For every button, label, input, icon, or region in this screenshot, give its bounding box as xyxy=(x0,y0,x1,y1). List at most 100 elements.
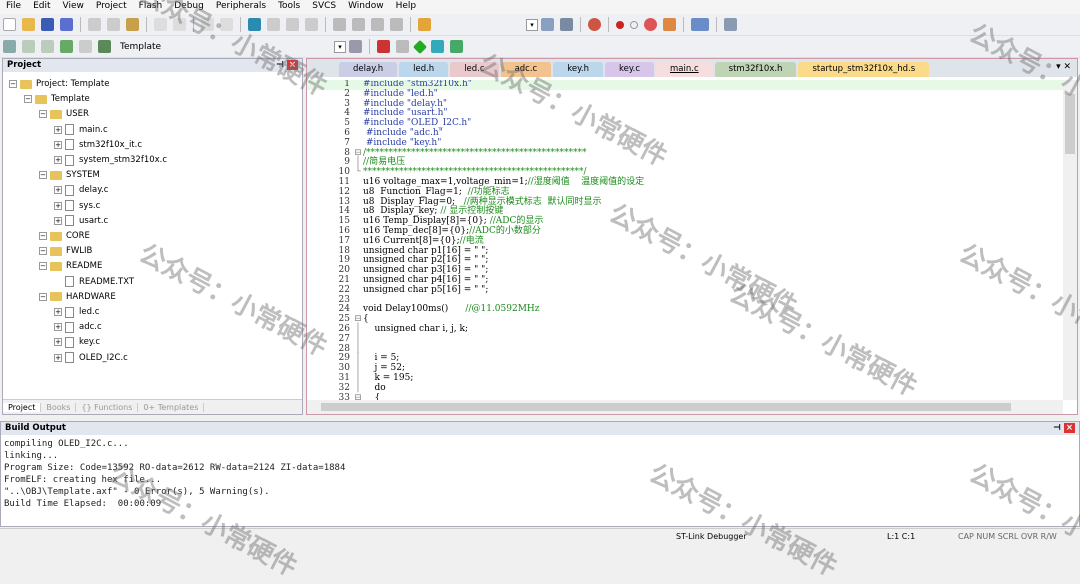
batch-build-icon[interactable] xyxy=(60,40,73,53)
expand-icon[interactable]: + xyxy=(54,201,62,210)
tab-project[interactable]: Project xyxy=(3,402,42,412)
fold-marker[interactable] xyxy=(353,247,363,257)
fold-marker[interactable] xyxy=(353,207,363,217)
window-layout-icon[interactable] xyxy=(691,18,709,31)
fold-marker[interactable] xyxy=(353,266,363,276)
undo-icon[interactable] xyxy=(154,18,167,31)
editor-tab[interactable]: led.h xyxy=(399,62,449,77)
editor-tab[interactable]: delay.h xyxy=(339,62,398,77)
menu-edit[interactable]: Edit xyxy=(27,0,56,14)
tree-item[interactable]: + system_stm32f10x.c xyxy=(54,153,167,167)
collapse-icon[interactable]: − xyxy=(39,110,47,119)
menu-help[interactable]: Help xyxy=(390,0,423,14)
tree-item[interactable]: − Project: Template xyxy=(9,77,109,91)
menu-view[interactable]: View xyxy=(57,0,90,14)
code-area[interactable]: 1 #include "stm32f10x.h" 2 #include "led.h"… xyxy=(307,80,1063,400)
find-in-files-icon[interactable] xyxy=(418,18,431,31)
forward-icon[interactable] xyxy=(220,18,233,31)
rebuild-icon[interactable] xyxy=(41,40,54,53)
fold-marker[interactable] xyxy=(353,119,363,129)
collapse-icon[interactable]: − xyxy=(39,262,47,271)
tree-item[interactable]: + delay.c xyxy=(54,183,108,197)
tab-templates[interactable]: 0+ Templates xyxy=(138,402,205,412)
fold-marker[interactable] xyxy=(353,100,363,110)
editor-tab[interactable]: stm32f10x.h xyxy=(714,62,797,77)
expand-icon[interactable]: + xyxy=(54,125,62,134)
disable-breakpoint-icon[interactable] xyxy=(630,20,638,29)
collapse-icon[interactable]: − xyxy=(9,80,17,88)
disable-all-breakpoints-icon[interactable] xyxy=(663,18,676,31)
next-bookmark-icon[interactable] xyxy=(286,18,299,31)
editor-tab[interactable]: key.h xyxy=(553,62,603,77)
fold-marker[interactable] xyxy=(353,227,363,237)
clear-bookmarks-icon[interactable] xyxy=(305,18,318,31)
back-icon[interactable] xyxy=(201,18,214,31)
tab-menu-close-icon[interactable]: ▾ ✕ xyxy=(1056,62,1071,72)
fold-marker[interactable]: └ xyxy=(353,167,363,178)
menu-svcs[interactable]: SVCS xyxy=(306,0,342,14)
open-icon[interactable] xyxy=(22,18,35,31)
find-icon[interactable] xyxy=(541,18,554,31)
new-file-icon[interactable] xyxy=(3,18,16,31)
tree-item[interactable]: + key.c xyxy=(54,335,100,349)
download-icon[interactable] xyxy=(98,40,111,53)
menu-file[interactable]: File xyxy=(0,0,27,14)
kill-breakpoints-icon[interactable] xyxy=(644,18,657,31)
fold-marker[interactable] xyxy=(353,276,363,286)
editor-tab[interactable]: startup_stm32f10x_hd.s xyxy=(798,62,930,77)
tree-item[interactable]: README.TXT xyxy=(65,275,134,289)
fold-marker[interactable] xyxy=(353,90,363,100)
tree-item[interactable]: − HARDWARE xyxy=(39,290,116,304)
expand-icon[interactable]: + xyxy=(54,323,62,332)
manage-components-icon[interactable] xyxy=(396,40,409,53)
paste-icon[interactable] xyxy=(126,18,139,31)
expand-icon[interactable]: + xyxy=(54,156,62,164)
fold-marker[interactable] xyxy=(353,178,363,188)
target-dropdown-icon[interactable]: ▾ xyxy=(334,40,346,53)
editor-tab[interactable]: main.c xyxy=(656,62,713,77)
incremental-find-icon[interactable] xyxy=(560,18,573,31)
configure-icon[interactable] xyxy=(724,18,737,31)
debug-icon[interactable] xyxy=(588,18,601,31)
tree-item[interactable]: + stm32f10x_it.c xyxy=(54,138,142,152)
prev-bookmark-icon[interactable] xyxy=(267,18,280,31)
select-packs-icon[interactable] xyxy=(431,40,444,53)
fold-marker[interactable] xyxy=(353,109,363,119)
fold-marker[interactable] xyxy=(353,296,363,306)
expand-icon[interactable]: + xyxy=(54,308,62,316)
collapse-icon[interactable]: − xyxy=(39,171,47,180)
menu-debug[interactable]: Debug xyxy=(168,0,210,14)
cut-icon[interactable] xyxy=(88,18,101,31)
tree-item[interactable]: + led.c xyxy=(54,305,99,319)
uncomment-icon[interactable] xyxy=(390,18,403,31)
panel-pin-close-icon[interactable]: ⊣ × xyxy=(1053,423,1075,434)
save-icon[interactable] xyxy=(41,18,54,31)
bookmark-icon[interactable] xyxy=(248,18,261,31)
fold-marker[interactable] xyxy=(353,80,363,90)
translate-icon[interactable] xyxy=(3,40,16,53)
menu-peripherals[interactable]: Peripherals xyxy=(210,0,272,14)
save-all-icon[interactable] xyxy=(60,18,73,31)
run-time-env-icon[interactable] xyxy=(450,40,463,53)
expand-icon[interactable]: + xyxy=(54,338,62,347)
build-output-text[interactable]: compiling OLED_I2C.c... linking... Program… xyxy=(1,435,1079,513)
vertical-scrollbar[interactable] xyxy=(1063,80,1077,400)
tree-item[interactable]: − FWLIB xyxy=(39,244,92,258)
target-options-icon[interactable] xyxy=(349,40,362,53)
editor-tab[interactable]: led.c xyxy=(450,62,499,77)
expand-icon[interactable]: + xyxy=(54,353,62,362)
horizontal-scrollbar[interactable] xyxy=(307,400,1063,414)
fold-marker[interactable] xyxy=(353,237,363,247)
indent-icon[interactable] xyxy=(333,18,346,31)
expand-icon[interactable]: + xyxy=(54,216,62,225)
find-dropdown-icon[interactable]: ▾ xyxy=(526,18,538,31)
collapse-icon[interactable]: − xyxy=(39,247,47,256)
panel-pin-close-icon[interactable]: ⊣ × xyxy=(276,60,298,71)
collapse-icon[interactable]: − xyxy=(39,232,47,240)
editor-tab[interactable]: key.c xyxy=(604,62,655,77)
tab-books[interactable]: Books xyxy=(41,402,77,412)
redo-icon[interactable] xyxy=(173,18,186,31)
tree-item[interactable]: − USER xyxy=(39,107,89,121)
fold-marker[interactable] xyxy=(353,198,363,208)
tree-item[interactable]: + adc.c xyxy=(54,320,102,334)
